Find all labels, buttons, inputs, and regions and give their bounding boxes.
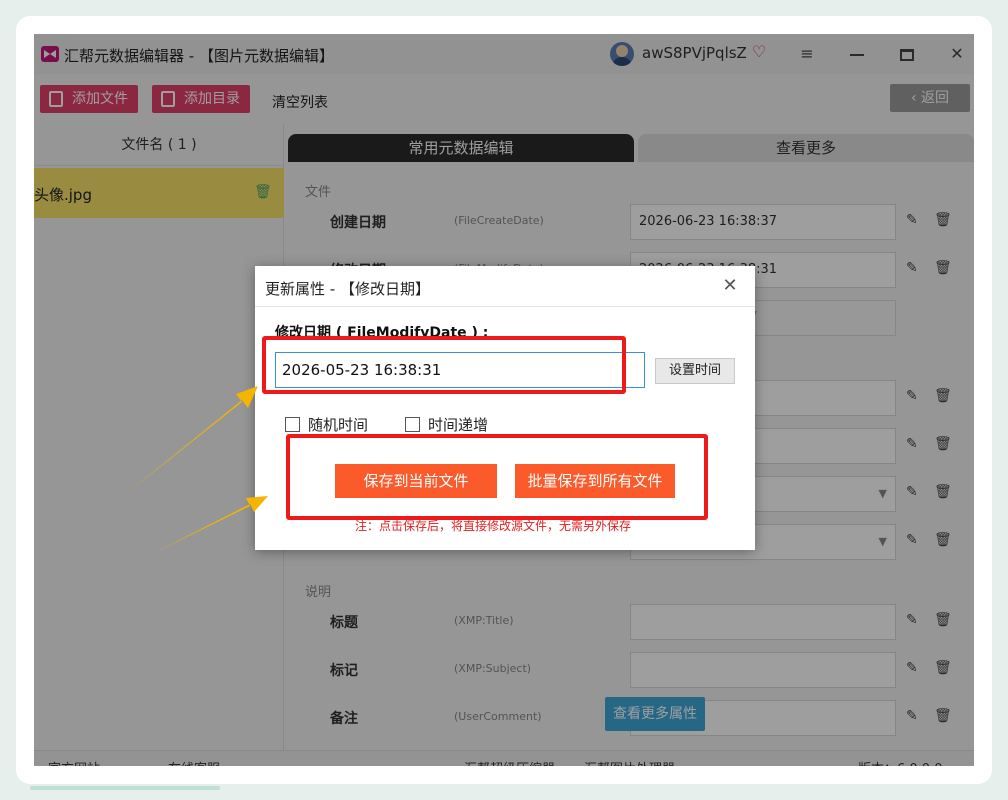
arrow-to-buttons: [156, 496, 268, 552]
annotation-arrows: [126, 386, 268, 552]
arrow-to-input: [126, 386, 258, 494]
